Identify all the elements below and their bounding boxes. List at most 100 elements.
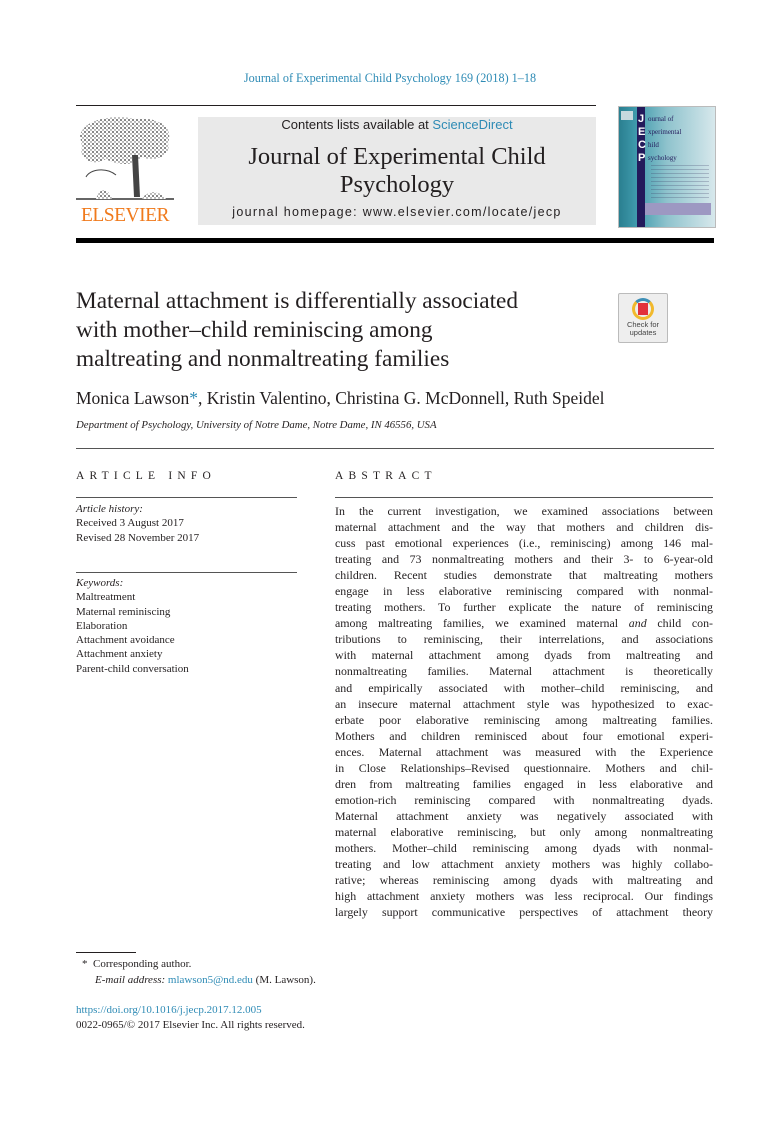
journal-title-line: Psychology	[339, 171, 455, 198]
contents-line: Contents lists available at ScienceDirec…	[198, 117, 596, 132]
abstract-segment: dren from maltreating families engaged i…	[335, 776, 713, 791]
article-info-divider	[76, 497, 297, 498]
check-updates-label-line: updates	[629, 328, 657, 337]
footnote-text: Corresponding author.	[93, 958, 192, 970]
masthead-thick-rule	[76, 238, 714, 243]
abstract-segment: tributions to reminiscing, their interre…	[335, 632, 713, 647]
abstract-line: rative; whereas reminiscing among dyads …	[335, 872, 713, 888]
article-info-heading: ARTICLE INFO	[76, 470, 216, 482]
email-link[interactable]: mlawson5@nd.edu	[168, 974, 253, 986]
abstract-line: high attachment anxiety mothers was less…	[335, 888, 713, 904]
cover-letter: E	[638, 126, 646, 138]
abstract-line: cuss past emotional experiences (i.e., r…	[335, 535, 713, 551]
keyword: Maternal reminiscing	[76, 605, 171, 618]
journal-title-line: Journal of Experimental Child	[248, 143, 546, 170]
abstract-segment: largely support communicative perspectiv…	[335, 905, 713, 920]
abstract-line: In the current investigation, we examine…	[335, 503, 713, 519]
abstract-text: In the current investigation, we examine…	[335, 503, 713, 920]
abstract-segment: and empirically associated with mother–c…	[335, 680, 713, 695]
abstract-segment: treating mothers. To further explicate t…	[335, 600, 713, 615]
contents-prefix: Contents lists available at	[281, 117, 433, 132]
abstract-segment: cuss past emotional experiences (i.e., r…	[335, 536, 713, 551]
cover-letter: J	[638, 113, 645, 125]
abstract-segment: maternal elaborative reminiscing, but on…	[335, 824, 713, 839]
email-suffix: (M. Lawson).	[252, 974, 316, 986]
abstract-line: tributions to reminiscing, their interre…	[335, 631, 713, 647]
abstract-heading: ABSTRACT	[335, 470, 437, 482]
abstract-line: ences. Maternal attachment was measured …	[335, 744, 713, 760]
abstract-segment: Mothers and children reminisced about fo…	[335, 728, 713, 743]
abstract-segment: maternal attachment and the way that mot…	[335, 520, 713, 535]
keyword: Parent-child conversation	[76, 662, 189, 675]
article-title-line: with mother–child reminiscing among	[76, 317, 433, 343]
corresponding-author-marker[interactable]: *	[189, 388, 198, 408]
elsevier-logo[interactable]: ELSEVIER	[76, 113, 174, 227]
abstract-divider	[335, 497, 713, 498]
abstract-segment: child con-	[646, 616, 713, 631]
abstract-segment: treating and 73 nonmaltreating mothers a…	[335, 552, 713, 567]
abstract-line: treating mothers. To further explicate t…	[335, 599, 713, 615]
sciencedirect-link[interactable]: ScienceDirect	[432, 117, 512, 132]
cover-footer-band	[645, 203, 711, 215]
abstract-line: largely support communicative perspectiv…	[335, 904, 713, 920]
abstract-segment: In the current investigation, we examine…	[335, 504, 713, 518]
cover-title-words: ournal of xperimental hild sychology	[648, 113, 681, 165]
keyword: Maltreatment	[76, 591, 136, 604]
abstract-line: erbate poor elaborative reminiscing amon…	[335, 712, 713, 728]
abstract-segment: among maltreating families, we examined …	[335, 616, 629, 631]
homepage-link[interactable]: www.elsevier.com/locate/jecp	[363, 205, 562, 219]
abstract-segment: treating and low attachment anxiety moth…	[335, 857, 713, 872]
revised-date: Revised 28 November 2017	[76, 531, 200, 544]
abstract-segment: nonmaltreating families. Maternal attach…	[335, 664, 713, 679]
elsevier-wordmark: ELSEVIER	[80, 205, 170, 226]
abstract-segment: emotion-rich reminiscing compared with n…	[335, 792, 713, 807]
abstract-line: maternal attachment and the way that mot…	[335, 519, 713, 535]
section-divider	[76, 448, 714, 449]
header-divider	[76, 105, 596, 106]
abstract-segment: an insecure maternal attachment style wa…	[335, 696, 713, 711]
abstract-line: Mothers and children reminisced about fo…	[335, 728, 713, 744]
abstract-segment: rative; whereas reminiscing among dyads …	[335, 873, 713, 888]
abstract-line: mothers. Mother–child reminiscing among …	[335, 840, 713, 856]
journal-title: Journal of Experimental Child Psychology	[198, 143, 596, 199]
email-label: E-mail address:	[95, 974, 166, 986]
abstract-line: Maternal attachment anxiety was negative…	[335, 808, 713, 824]
abstract-segment: high attachment anxiety mothers was less…	[335, 889, 713, 904]
cover-letter: C	[638, 139, 646, 151]
affiliation: Department of Psychology, University of …	[76, 419, 437, 431]
journal-cover-image[interactable]: J E C P ournal of xperimental hild sycho…	[618, 106, 716, 228]
abstract-line: treating and 73 nonmaltreating mothers a…	[335, 551, 713, 567]
abstract-emphasis: and	[628, 616, 647, 631]
article-title: Maternal attachment is differentially as…	[76, 287, 596, 374]
copyright-notice: 0022-0965/© 2017 Elsevier Inc. All right…	[76, 1019, 305, 1031]
email-footnote: E-mail address: mlawson5@nd.edu (M. Laws…	[95, 972, 316, 988]
author-list: Monica Lawson*, Kristin Valentino, Chris…	[76, 388, 605, 409]
abstract-line: with maternal attachment among dyads fro…	[335, 647, 713, 663]
article-title-line: maltreating and nonmaltreating families	[76, 346, 450, 372]
abstract-line: in Close Relationships–Revised questionn…	[335, 760, 713, 776]
abstract-segment: in Close Relationships–Revised questionn…	[335, 760, 713, 775]
abstract-line: among maltreating families, we examined …	[335, 615, 713, 631]
author-names[interactable]: , Kristin Valentino, Christina G. McDonn…	[198, 388, 605, 408]
article-history-label: Article history:	[76, 503, 143, 515]
abstract-line: maternal elaborative reminiscing, but on…	[335, 824, 713, 840]
doi-link[interactable]: https://doi.org/10.1016/j.jecp.2017.12.0…	[76, 1002, 262, 1018]
abstract-segment: children. Recent studies demonstrate tha…	[335, 568, 713, 583]
check-for-updates-button[interactable]: Check for updates	[618, 293, 668, 343]
abstract-line: and empirically associated with mother–c…	[335, 680, 713, 696]
received-date: Received 3 August 2017	[76, 517, 184, 530]
bookmark-icon	[638, 303, 648, 315]
footnote-divider	[76, 952, 136, 953]
abstract-segment: ences. Maternal attachment was measured …	[335, 744, 713, 759]
author-name[interactable]: Monica Lawson	[76, 388, 189, 408]
cover-word: ournal of	[648, 115, 674, 123]
keyword: Elaboration	[76, 619, 128, 632]
article-title-line: Maternal attachment is differentially as…	[76, 288, 519, 314]
keywords-divider	[76, 572, 297, 573]
cover-letter: P	[638, 152, 646, 164]
cover-word: hild	[648, 141, 659, 149]
journal-citation[interactable]: Journal of Experimental Child Psychology…	[0, 71, 780, 86]
abstract-line: emotion-rich reminiscing compared with n…	[335, 792, 713, 808]
keyword: Attachment anxiety	[76, 648, 163, 661]
keywords-section: Keywords: Maltreatment Maternal reminisc…	[76, 576, 189, 676]
